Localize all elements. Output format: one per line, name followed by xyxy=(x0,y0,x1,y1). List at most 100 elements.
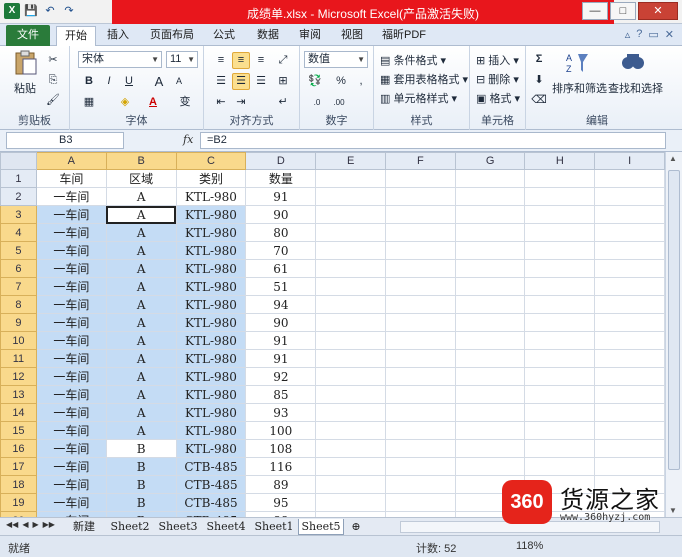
cell[interactable] xyxy=(315,403,386,423)
cell[interactable]: 一车间 xyxy=(35,349,107,369)
column-header-f[interactable]: F xyxy=(385,152,456,171)
cell[interactable]: A xyxy=(105,259,177,279)
row-header[interactable]: 8 xyxy=(0,295,37,315)
tab-page-layout[interactable]: 页面布局 xyxy=(144,26,200,46)
redo-icon[interactable]: ↷ xyxy=(61,3,77,19)
cell[interactable]: B xyxy=(105,493,177,513)
cell[interactable]: A xyxy=(105,205,177,225)
cell[interactable] xyxy=(524,295,596,315)
grow-font-button[interactable]: A xyxy=(150,73,168,90)
cell[interactable]: KTL-980 xyxy=(175,367,247,387)
cell[interactable]: 89 xyxy=(245,475,317,495)
cell[interactable] xyxy=(385,169,456,189)
cell[interactable]: KTL-980 xyxy=(175,403,247,423)
align-middle-icon[interactable]: ≡ xyxy=(232,52,250,69)
cell[interactable] xyxy=(454,313,526,333)
cell[interactable]: 车间 xyxy=(35,169,107,189)
underline-button[interactable]: U xyxy=(120,73,138,90)
column-header-d[interactable]: D xyxy=(245,152,317,171)
insert-sheet-icon[interactable]: ⊕ xyxy=(346,519,366,535)
cell[interactable]: 一车间 xyxy=(35,313,107,333)
cell[interactable] xyxy=(594,349,665,369)
cell[interactable]: 一车间 xyxy=(35,421,107,441)
tab-data[interactable]: 数据 xyxy=(250,26,286,46)
cell[interactable] xyxy=(524,385,596,405)
cell[interactable] xyxy=(385,313,456,333)
prev-sheet-icon[interactable]: ◀ xyxy=(22,520,28,529)
name-box[interactable]: B3 xyxy=(6,132,124,149)
sheet-tab-new[interactable]: 新建 xyxy=(62,519,106,535)
cell[interactable]: KTL-980 xyxy=(175,205,247,225)
cell[interactable] xyxy=(315,367,386,387)
cell[interactable] xyxy=(385,295,456,315)
insert-function-icon[interactable]: fx xyxy=(183,133,193,146)
cell[interactable]: 一车间 xyxy=(35,277,107,297)
paste-button-label[interactable]: 粘贴 xyxy=(14,80,36,96)
cell[interactable]: B xyxy=(105,475,177,495)
scroll-up-icon[interactable]: ▲ xyxy=(669,154,677,163)
row-header[interactable]: 1 xyxy=(0,169,37,189)
column-header-e[interactable]: E xyxy=(315,152,386,171)
cut-icon[interactable]: ✂ xyxy=(44,52,62,69)
cell[interactable] xyxy=(385,331,456,351)
column-header-i[interactable]: I xyxy=(594,152,665,171)
cell[interactable]: 93 xyxy=(245,403,317,423)
cell[interactable]: KTL-980 xyxy=(175,421,247,441)
cell[interactable]: KTL-980 xyxy=(175,295,247,315)
column-header-c[interactable]: C xyxy=(175,152,247,171)
sort-filter-label[interactable]: 排序和筛选 xyxy=(552,80,607,96)
cell[interactable]: 一车间 xyxy=(35,439,107,459)
cell[interactable] xyxy=(315,439,386,459)
cell[interactable]: 85 xyxy=(245,385,317,405)
cell[interactable]: 一车间 xyxy=(35,457,107,477)
row-header[interactable]: 5 xyxy=(0,241,37,261)
clear-icon[interactable]: ⌫ xyxy=(530,92,548,109)
cell[interactable] xyxy=(524,421,596,441)
cell[interactable]: A xyxy=(105,313,177,333)
cell[interactable] xyxy=(594,241,665,261)
cell[interactable]: 108 xyxy=(245,439,317,459)
cell[interactable] xyxy=(524,241,596,261)
row-header[interactable]: 12 xyxy=(0,367,37,387)
cell[interactable]: A xyxy=(105,403,177,423)
vertical-scrollbar[interactable]: ▲ ▼ xyxy=(665,152,682,517)
select-all-corner[interactable] xyxy=(0,152,37,171)
row-header[interactable]: 2 xyxy=(0,187,37,207)
column-header-h[interactable]: H xyxy=(524,152,596,171)
cell[interactable]: KTL-980 xyxy=(175,259,247,279)
cell[interactable]: A xyxy=(105,331,177,351)
cell[interactable]: 91 xyxy=(245,349,317,369)
tab-insert[interactable]: 插入 xyxy=(100,26,136,46)
autosum-button[interactable]: Σ xyxy=(530,51,548,68)
cell[interactable]: A xyxy=(105,223,177,243)
row-header[interactable]: 9 xyxy=(0,313,37,333)
cell[interactable] xyxy=(524,169,596,189)
vertical-scroll-thumb[interactable] xyxy=(668,170,680,470)
cell[interactable] xyxy=(594,223,665,243)
cell[interactable] xyxy=(315,259,386,279)
cell[interactable] xyxy=(524,259,596,279)
find-select-icon[interactable] xyxy=(620,50,646,76)
row-header[interactable]: 13 xyxy=(0,385,37,405)
cell[interactable] xyxy=(315,169,386,189)
cell[interactable]: KTL-980 xyxy=(175,385,247,405)
cell[interactable] xyxy=(524,367,596,387)
cell[interactable] xyxy=(524,439,596,459)
cell[interactable] xyxy=(315,421,386,441)
close-workbook-icon[interactable]: ✕ xyxy=(665,28,674,41)
cell[interactable] xyxy=(385,421,456,441)
cell[interactable] xyxy=(454,439,526,459)
cell[interactable] xyxy=(454,403,526,423)
cell[interactable]: CTB-485 xyxy=(175,475,247,495)
cell[interactable]: A xyxy=(105,349,177,369)
cell[interactable]: 一车间 xyxy=(35,331,107,351)
cell[interactable]: 51 xyxy=(245,277,317,297)
cell[interactable] xyxy=(594,457,665,477)
row-header[interactable]: 14 xyxy=(0,403,37,423)
cell[interactable] xyxy=(594,421,665,441)
cell[interactable]: A xyxy=(105,421,177,441)
cell[interactable] xyxy=(594,187,665,207)
cell[interactable]: 95 xyxy=(245,493,317,513)
cell[interactable]: 一车间 xyxy=(35,403,107,423)
tab-review[interactable]: 审阅 xyxy=(292,26,328,46)
